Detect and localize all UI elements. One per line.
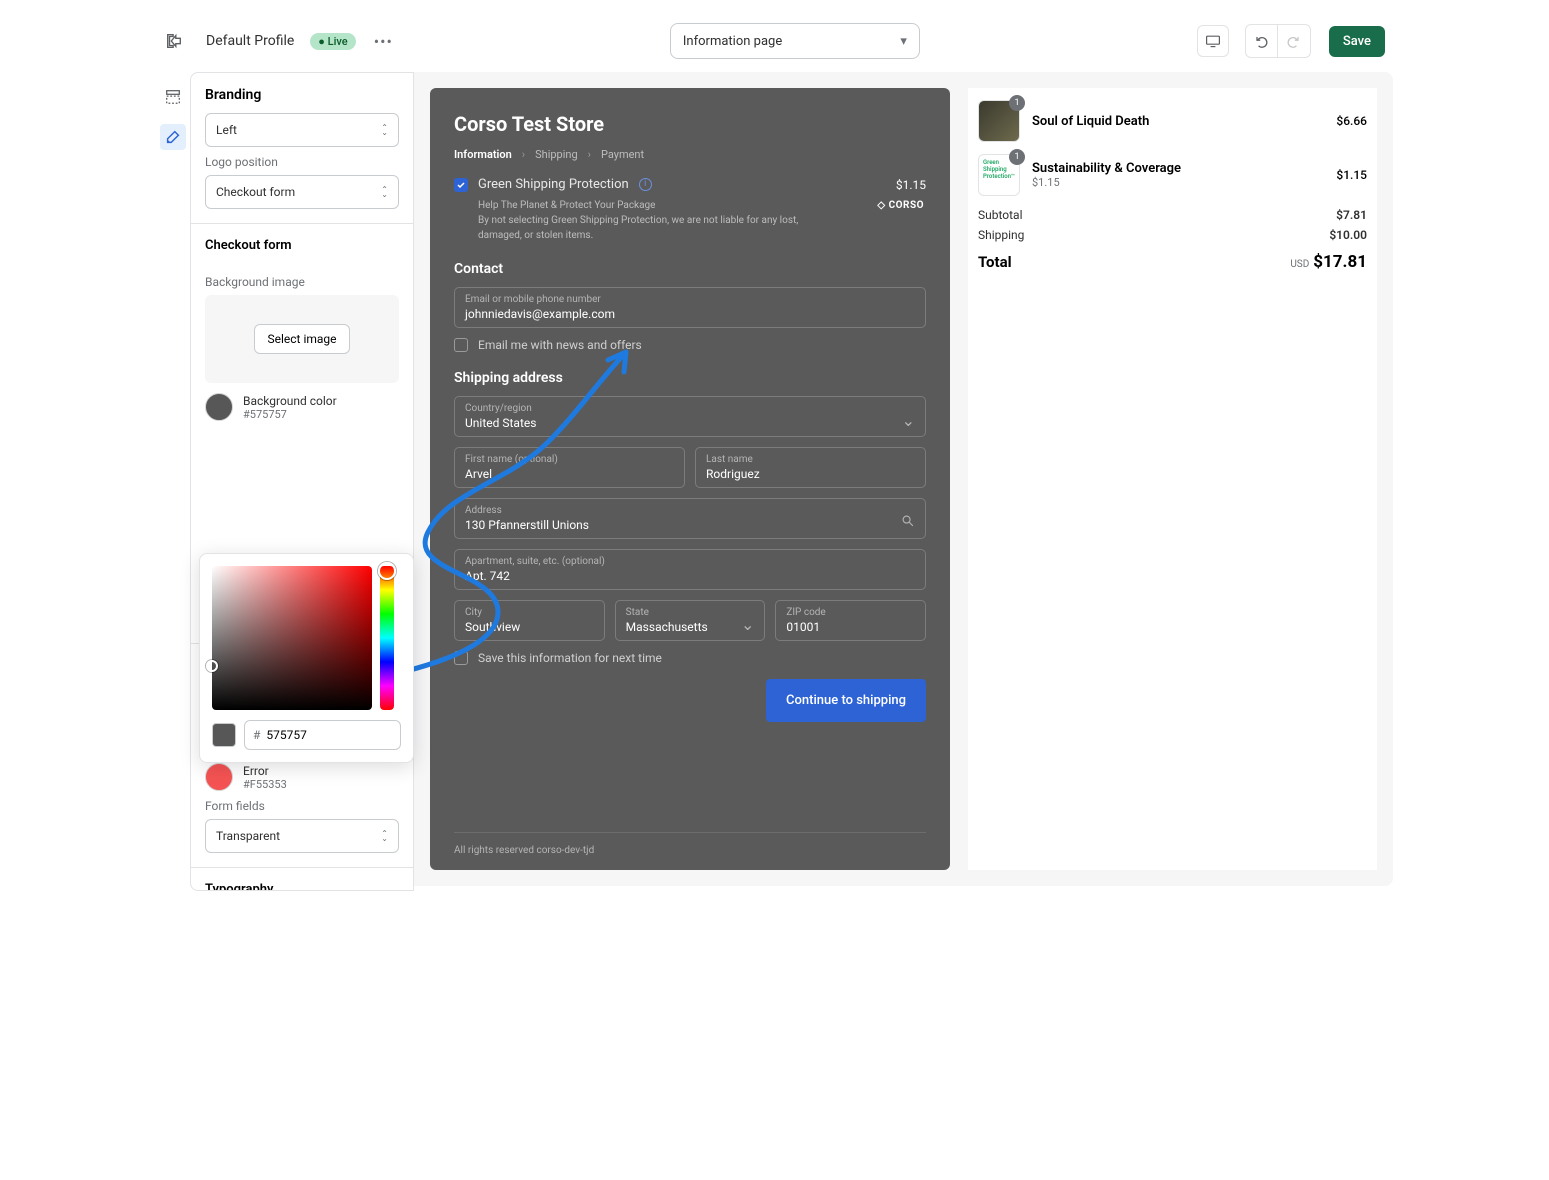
cart-item: 1 Soul of Liquid Death $6.66 (978, 100, 1367, 142)
gsp-label: Green Shipping Protection (478, 177, 629, 192)
first-name-field[interactable]: First name (optional)Arvel (454, 447, 685, 488)
chevron-down-icon: ⌄ (902, 411, 915, 430)
logo-position-select[interactable]: Checkout form (205, 175, 399, 209)
typography-heading: Typography (191, 868, 413, 890)
last-name-field[interactable]: Last nameRodriguez (695, 447, 926, 488)
select-image-button[interactable]: Select image (254, 324, 349, 354)
cart-thumb: GreenShippingProtection™ 1 (978, 154, 1020, 196)
form-fields-select[interactable]: Transparent (205, 819, 399, 853)
bg-color-1-row[interactable]: Background color #575757 (205, 393, 399, 421)
news-label: Email me with news and offers (478, 338, 642, 352)
error-color-row[interactable]: Error#F55353 (205, 763, 399, 791)
zip-field[interactable]: ZIP code01001 (775, 600, 926, 641)
checkout-form-heading: Checkout form (191, 224, 413, 267)
bg-image-dropzone[interactable]: Select image (205, 295, 399, 383)
save-info-label: Save this information for next time (478, 651, 662, 665)
rail-sections-icon[interactable] (160, 84, 186, 110)
color-picker-hex-input[interactable]: # (244, 720, 401, 750)
info-icon[interactable]: i (639, 178, 652, 191)
state-select[interactable]: StateMassachusetts⌄ (615, 600, 766, 641)
alignment-select[interactable]: Left (205, 113, 399, 147)
page-selector[interactable]: Information page▾ (670, 23, 920, 59)
form-fields-label: Form fields (205, 799, 399, 813)
color-picker-popover: # (199, 553, 414, 763)
rail-branding-icon[interactable] (160, 124, 186, 150)
cart-thumb: 1 (978, 100, 1020, 142)
save-button[interactable]: Save (1329, 26, 1385, 57)
email-field[interactable]: Email or mobile phone number johnniedavi… (454, 287, 926, 328)
breadcrumb: Information› Shipping› Payment (454, 148, 926, 161)
sidebar-title: Branding (191, 73, 413, 113)
city-field[interactable]: CitySouthview (454, 600, 605, 641)
checkout-footer: All rights reserved corso-dev-tjd (454, 832, 926, 856)
more-button[interactable]: ••• (374, 32, 393, 51)
store-title: Corso Test Store (454, 112, 926, 136)
redo-button (1278, 25, 1310, 57)
country-select[interactable]: Country/region United States ⌄ (454, 396, 926, 437)
search-icon (901, 513, 915, 532)
gsp-checkbox[interactable] (454, 178, 468, 192)
corso-logo: ◇ CORSO (877, 200, 924, 211)
contact-heading: Contact (454, 261, 926, 277)
news-checkbox[interactable] (454, 338, 468, 352)
exit-button[interactable] (160, 27, 188, 55)
save-info-checkbox[interactable] (454, 651, 468, 665)
address-field[interactable]: Address130 Pfannerstill Unions (454, 498, 926, 539)
chevron-down-icon: ⌄ (741, 615, 754, 634)
gsp-price: $1.15 (896, 178, 926, 192)
bg-image-label: Background image (205, 275, 399, 289)
continue-button[interactable]: Continue to shipping (766, 679, 926, 722)
cart-item: GreenShippingProtection™ 1 Sustainabilit… (978, 154, 1367, 196)
desktop-preview-button[interactable] (1197, 25, 1229, 57)
logo-position-label: Logo position (205, 155, 399, 169)
color-picker-saturation[interactable] (212, 566, 372, 710)
undo-button[interactable] (1246, 25, 1278, 57)
color-picker-hue[interactable] (380, 566, 394, 710)
shipping-heading: Shipping address (454, 370, 926, 386)
profile-name: Default Profile (206, 33, 294, 49)
live-badge: ● Live (310, 33, 355, 50)
color-picker-swatch (212, 723, 236, 747)
apartment-field[interactable]: Apartment, suite, etc. (optional)Apt. 74… (454, 549, 926, 590)
